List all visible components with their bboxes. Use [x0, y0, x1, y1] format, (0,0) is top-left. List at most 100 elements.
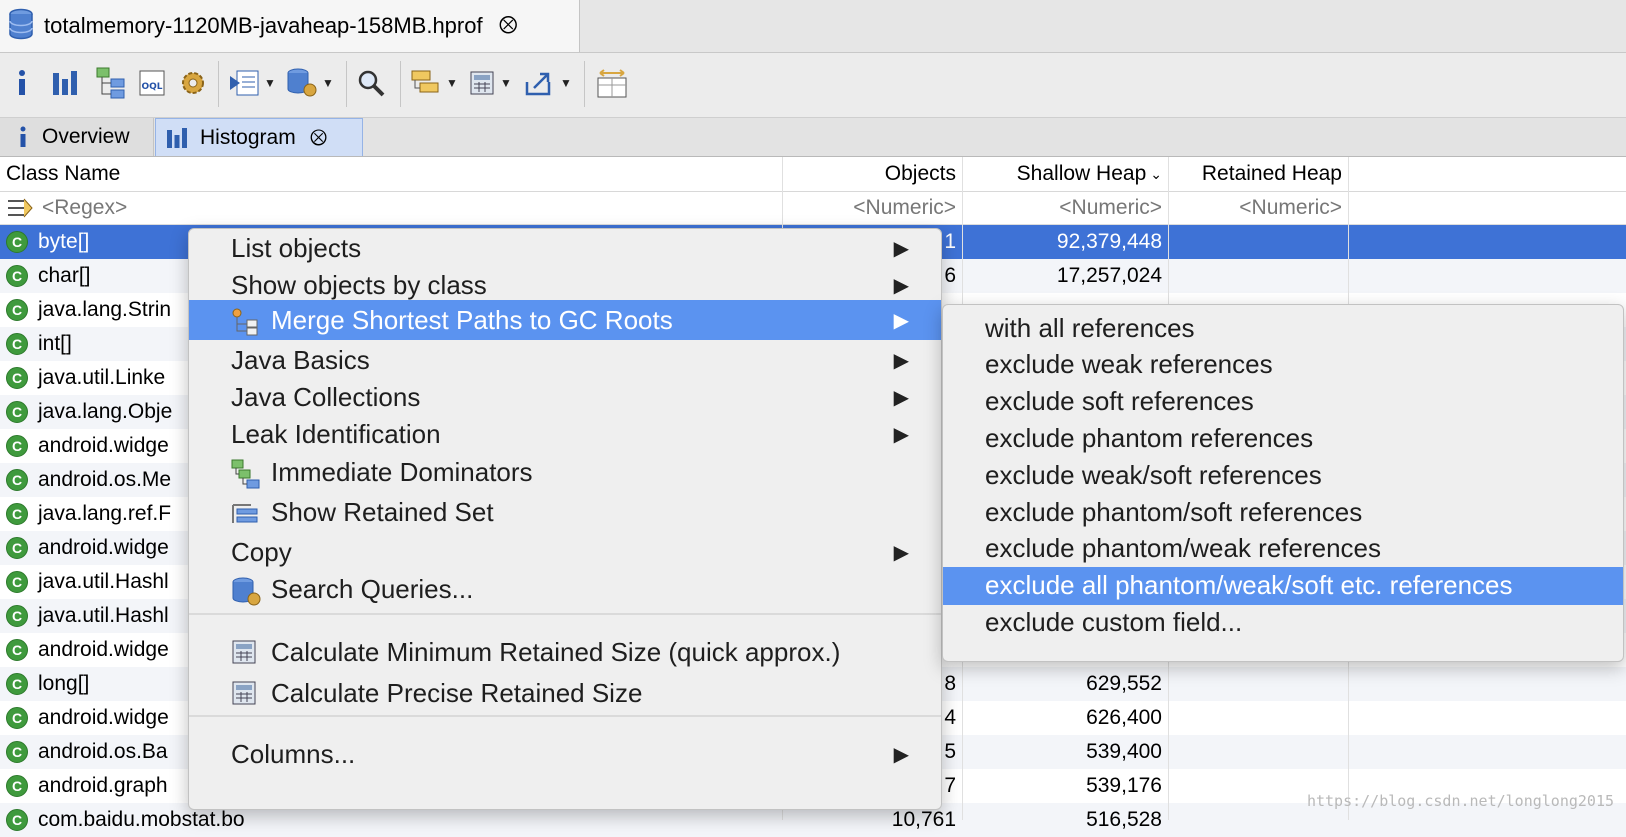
column-header-objects[interactable]: Objects — [782, 157, 962, 191]
context-menu: List objects ▶ Show objects by class ▶ Merge… — [188, 228, 942, 810]
menu-item-list-objects[interactable]: List objects ▶ — [189, 228, 941, 268]
menu-item-show-retained-set[interactable]: Show Retained Set — [189, 492, 941, 532]
class-icon: C — [6, 435, 28, 457]
submenu-item-exclude-phantom-weak-references[interactable]: exclude phantom/weak references — [943, 530, 1623, 568]
submenu-item-exclude-custom-field[interactable]: exclude custom field... — [943, 603, 1623, 641]
retained-heap-cell — [1168, 225, 1348, 259]
menu-item-label: Calculate Precise Retained Size — [271, 677, 643, 708]
group-by-button[interactable]: ▼ — [410, 63, 458, 103]
menu-item-immediate-dominators[interactable]: Immediate Dominators — [189, 452, 941, 492]
submenu-item-with-all-references[interactable]: with all references — [943, 309, 1623, 347]
submenu-arrow-icon: ▶ — [893, 386, 909, 409]
filter-placeholder: <Regex> — [42, 196, 128, 219]
retained-heap-cell — [1168, 735, 1348, 769]
class-name: java.lang.Obje — [38, 400, 173, 423]
class-name: com.baidu.mobstat.bo — [38, 808, 245, 831]
toolbar: OQL ▼ ▼ ▼ ▼ ▼ — [0, 53, 1626, 118]
info-icon — [20, 126, 26, 147]
submenu-item-exclude-weak-soft-references[interactable]: exclude weak/soft references — [943, 456, 1623, 494]
submenu-item-exclude-soft-references[interactable]: exclude soft references — [943, 383, 1623, 421]
dropdown-arrow-icon[interactable]: ▼ — [560, 76, 572, 90]
watermark: https://blog.csdn.net/longlong2015 — [1306, 792, 1614, 810]
tab-label: Histogram — [200, 125, 296, 149]
submenu-arrow-icon: ▶ — [893, 423, 909, 446]
table-header: Class Name Objects Shallow Heap ⌄ Retain… — [0, 157, 1626, 192]
menu-item-label: Leak Identification — [231, 418, 441, 449]
menu-item-label: Copy — [231, 536, 292, 567]
menu-item-java-collections[interactable]: Java Collections ▶ — [189, 377, 941, 417]
menu-separator — [189, 715, 941, 717]
menu-item-calculate-minimum-retained-size-quick-approx[interactable]: Calculate Minimum Retained Size (quick a… — [189, 632, 941, 672]
menu-item-copy[interactable]: Copy ▶ — [189, 532, 941, 572]
tab-overview[interactable]: Overview — [0, 118, 154, 156]
dropdown-arrow-icon[interactable]: ▼ — [322, 76, 334, 90]
editor-tab-strip: totalmemory-1120MB-javaheap-158MB.hprof … — [0, 0, 1626, 53]
submenu-item-exclude-phantom-soft-references[interactable]: exclude phantom/soft references — [943, 493, 1623, 531]
regex-filter-input[interactable]: <Regex> — [0, 192, 782, 224]
compare-button[interactable] — [596, 63, 628, 103]
shallow-heap-cell: 539,176 — [1086, 774, 1162, 797]
shallow-heap-cell: 626,400 — [1086, 706, 1162, 729]
histogram-button[interactable] — [52, 63, 78, 103]
menu-item-calculate-precise-retained-size[interactable]: Calculate Precise Retained Size — [189, 673, 941, 713]
close-icon[interactable]: ⮾ — [499, 14, 518, 38]
overview-button[interactable] — [12, 63, 32, 103]
menu-item-columns[interactable]: Columns... ▶ — [189, 734, 941, 774]
editor-tab-hprof[interactable]: totalmemory-1120MB-javaheap-158MB.hprof … — [0, 0, 580, 52]
menu-item-label: Search Queries... — [271, 573, 474, 604]
heap-dump-icon — [8, 8, 34, 45]
submenu-item-exclude-weak-references[interactable]: exclude weak references — [943, 346, 1623, 384]
retained-heap-filter-input[interactable]: <Numeric> — [1168, 192, 1348, 224]
menu-item-search-queries[interactable]: Search Queries... — [189, 569, 941, 609]
menu-item-label: Calculate Minimum Retained Size (quick a… — [271, 636, 841, 667]
class-icon: C — [6, 775, 28, 797]
submenu-item-exclude-all-phantom-weak-soft-etc-references[interactable]: exclude all phantom/weak/soft etc. refer… — [943, 566, 1623, 605]
info-icon — [19, 70, 25, 95]
class-icon: C — [6, 571, 28, 593]
thread-overview-button[interactable] — [178, 63, 208, 103]
query-browser-icon — [287, 68, 317, 97]
menu-item-label: Show objects by class — [231, 269, 487, 300]
class-icon: C — [6, 741, 28, 763]
query-browser-button[interactable]: ▼ — [286, 63, 334, 103]
class-name: byte[] — [38, 230, 90, 253]
column-header-class-name[interactable]: Class Name — [0, 157, 782, 191]
dropdown-arrow-icon[interactable]: ▼ — [500, 76, 512, 90]
class-icon: C — [6, 707, 28, 729]
calculate-retained-button[interactable]: ▼ — [468, 63, 512, 103]
calculator-icon — [231, 680, 257, 713]
merge-paths-icon — [231, 307, 261, 344]
menu-item-merge-shortest-paths-to-gc-roots[interactable]: Merge Shortest Paths to GC Roots ▶ — [189, 300, 941, 340]
class-icon: C — [6, 673, 28, 695]
calculator-icon — [231, 639, 257, 672]
submenu-arrow-icon: ▶ — [893, 274, 909, 297]
dropdown-arrow-icon[interactable]: ▼ — [446, 76, 458, 90]
menu-item-leak-identification[interactable]: Leak Identification ▶ — [189, 414, 941, 454]
column-header-shallow-heap[interactable]: Shallow Heap ⌄ — [962, 157, 1168, 191]
objects-filter-input[interactable]: <Numeric> — [782, 192, 962, 224]
oql-button[interactable]: OQL — [138, 63, 166, 103]
search-button[interactable] — [356, 63, 386, 103]
class-name: java.util.Hashl — [38, 604, 169, 627]
dropdown-arrow-icon[interactable]: ▼ — [264, 76, 276, 90]
close-icon[interactable]: ⮾ — [310, 126, 327, 149]
class-name: java.lang.ref.F — [38, 502, 172, 525]
menu-item-label: Java Basics — [231, 344, 370, 375]
tab-histogram[interactable]: Histogram ⮾ — [155, 118, 363, 156]
shallow-heap-filter-input[interactable]: <Numeric> — [962, 192, 1168, 224]
class-icon: C — [6, 469, 28, 491]
view-tab-strip: Overview Histogram ⮾ — [0, 118, 1626, 157]
menu-item-java-basics[interactable]: Java Basics ▶ — [189, 340, 941, 380]
column-header-retained-heap[interactable]: Retained Heap — [1168, 157, 1348, 191]
menu-item-show-objects-by-class[interactable]: Show objects by class ▶ — [189, 265, 941, 305]
shallow-heap-cell: 516,528 — [1086, 808, 1162, 831]
class-icon: C — [6, 231, 28, 253]
class-name: char[] — [38, 264, 91, 287]
gear-icon — [182, 72, 204, 94]
export-button[interactable]: ▼ — [524, 63, 572, 103]
menu-separator — [189, 613, 941, 615]
run-report-button[interactable]: ▼ — [228, 63, 276, 103]
submenu-item-exclude-phantom-references[interactable]: exclude phantom references — [943, 419, 1623, 457]
dominator-tree-button[interactable] — [96, 63, 126, 103]
search-icon — [358, 70, 385, 97]
